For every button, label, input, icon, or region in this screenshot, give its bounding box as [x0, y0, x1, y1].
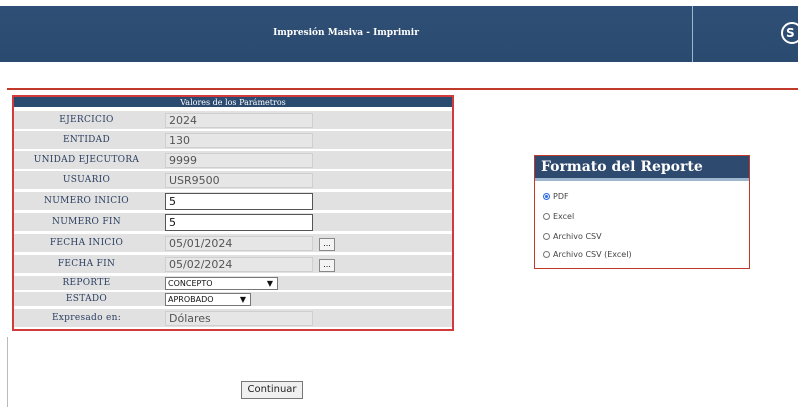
param-row-usuario: USUARIO USR9500	[14, 171, 452, 189]
format-option-csv-label: Archivo CSV	[553, 232, 602, 241]
reporte-label: REPORTE	[62, 278, 111, 288]
unidad-ejecutora-field: 9999	[165, 153, 313, 168]
format-option-csv-excel[interactable]: Archivo CSV (Excel)	[543, 250, 632, 259]
title-bar: Impresión Masiva - Imprimir S	[0, 6, 798, 62]
reporte-select-value: CONCEPTO	[168, 279, 213, 288]
reporte-select[interactable]: CONCEPTO ▼	[165, 277, 278, 290]
estado-select[interactable]: APROBADO ▼	[165, 293, 251, 306]
estado-select-value: APROBADO	[168, 295, 214, 304]
title-separator	[692, 6, 693, 62]
radio-icon[interactable]	[543, 233, 550, 240]
radio-icon[interactable]	[543, 251, 550, 258]
expresado-en-label: Expresado en:	[51, 313, 122, 323]
entidad-field: 130	[165, 133, 313, 148]
format-option-excel[interactable]: Excel	[543, 212, 574, 221]
entidad-label: ENTIDAD	[62, 135, 111, 145]
format-option-pdf[interactable]: PDF	[543, 192, 569, 201]
format-option-excel-label: Excel	[553, 212, 575, 221]
param-row-ejercicio: EJERCICIO 2024	[14, 111, 452, 129]
logo-icon: S	[781, 22, 798, 44]
fecha-fin-label: FECHA FIN	[57, 259, 116, 269]
fecha-inicio-picker-button[interactable]: ...	[319, 238, 335, 251]
parameters-heading: Valores de los Parámetros	[14, 97, 452, 107]
fecha-fin-picker-button[interactable]: ...	[319, 259, 335, 272]
expresado-en-field: Dólares	[165, 311, 313, 326]
numero-fin-input[interactable]: 5	[165, 214, 313, 231]
numero-inicio-label: NUMERO INICIO	[44, 196, 129, 206]
format-option-pdf-label: PDF	[553, 192, 569, 201]
estado-label: ESTADO	[65, 294, 108, 304]
report-format-title: Formato del Reporte	[535, 156, 749, 181]
numero-fin-label: NUMERO FIN	[52, 217, 121, 227]
param-row-fecha-inicio: FECHA INICIO 05/01/2024 ...	[14, 234, 452, 252]
format-option-csv[interactable]: Archivo CSV	[543, 232, 602, 241]
radio-icon[interactable]	[543, 213, 550, 220]
page-title: Impresión Masiva - Imprimir	[273, 28, 419, 38]
format-option-csv-excel-label: Archivo CSV (Excel)	[553, 250, 632, 259]
param-row-fecha-fin: FECHA FIN 05/02/2024 ...	[14, 255, 452, 273]
fecha-inicio-field[interactable]: 05/01/2024	[165, 236, 313, 251]
param-row-reporte: REPORTE CONCEPTO ▼	[14, 276, 452, 290]
header-divider	[7, 88, 798, 90]
param-row-estado: ESTADO APROBADO ▼	[14, 292, 452, 306]
chevron-down-icon: ▼	[239, 295, 246, 304]
param-row-numero-inicio: NUMERO INICIO 5	[14, 192, 452, 210]
numero-inicio-input[interactable]: 5	[165, 193, 313, 210]
left-border-line	[7, 337, 8, 407]
usuario-label: USUARIO	[62, 175, 111, 185]
unidad-ejecutora-label: UNIDAD EJECUTORA	[33, 155, 140, 165]
continue-button[interactable]: Continuar	[241, 381, 303, 399]
param-row-expresado: Expresado en: Dólares	[14, 309, 452, 327]
report-format-panel: Formato del Reporte PDF Excel Archivo CS…	[534, 155, 750, 269]
ejercicio-label: EJERCICIO	[59, 115, 114, 125]
parameters-panel: Valores de los Parámetros EJERCICIO 2024…	[12, 95, 454, 331]
param-row-entidad: ENTIDAD 130	[14, 131, 452, 149]
fecha-fin-field[interactable]: 05/02/2024	[165, 257, 313, 272]
usuario-field: USR9500	[165, 173, 313, 188]
param-row-numero-fin: NUMERO FIN 5	[14, 213, 452, 231]
param-row-unidad: UNIDAD EJECUTORA 9999	[14, 151, 452, 169]
radio-selected-icon[interactable]	[543, 193, 550, 200]
fecha-inicio-label: FECHA INICIO	[49, 238, 124, 248]
ejercicio-field: 2024	[165, 113, 313, 128]
chevron-down-icon: ▼	[266, 279, 273, 288]
